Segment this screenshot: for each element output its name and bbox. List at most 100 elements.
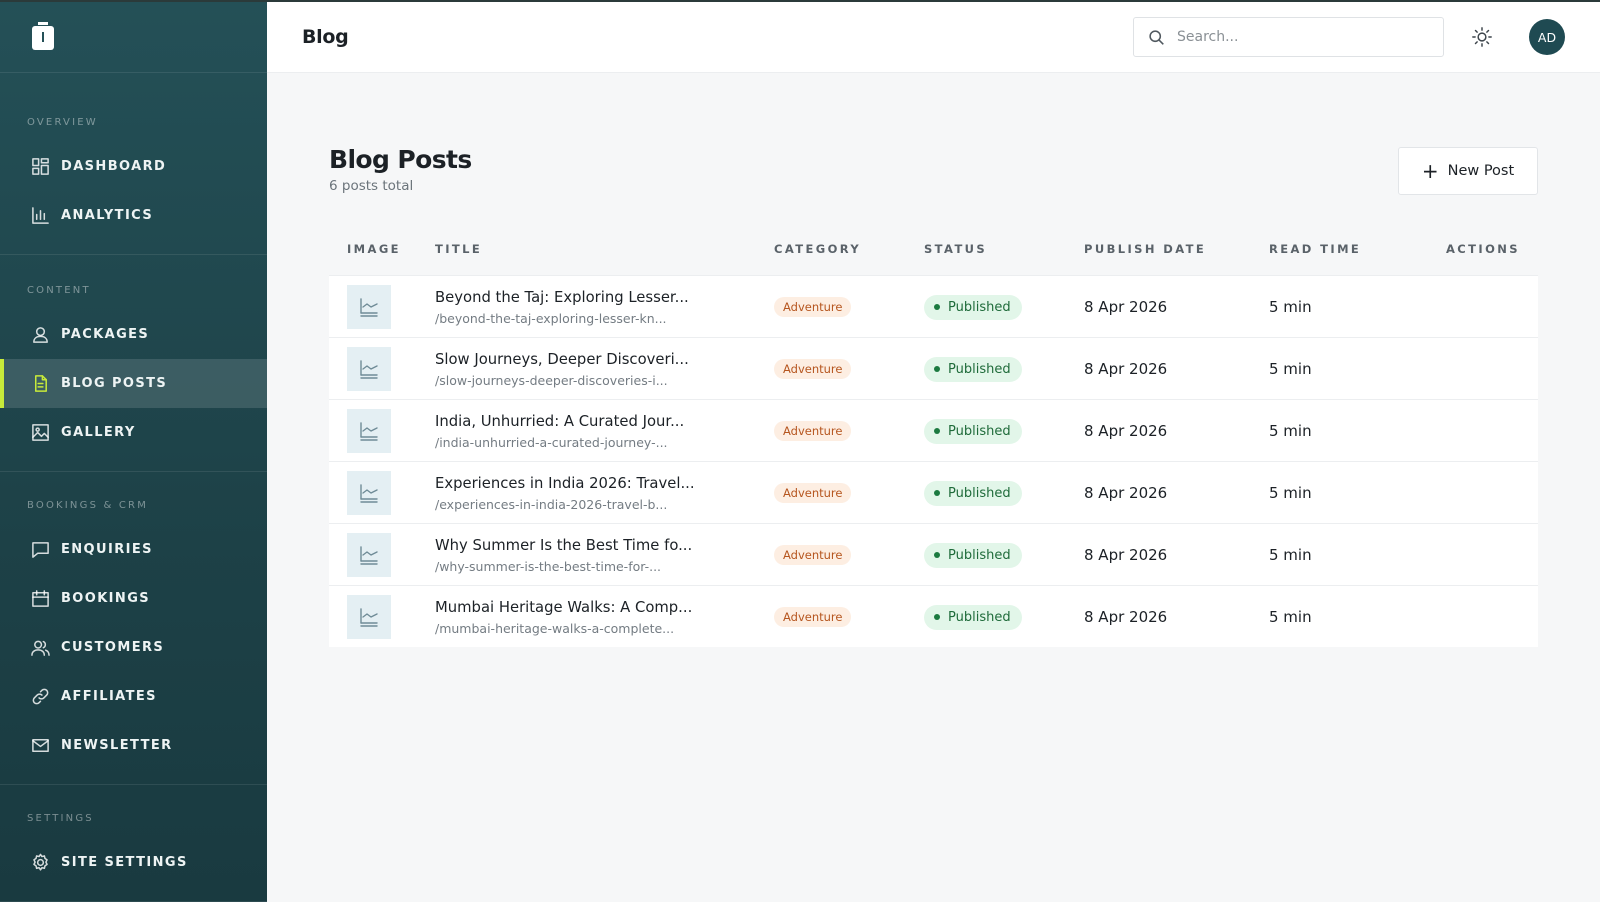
status-dot [934,428,940,434]
image-placeholder-icon [360,360,378,379]
sidebar-item-site-settings[interactable]: SITE SETTINGS [0,838,267,887]
post-thumbnail [347,533,391,577]
sidebar-item-dashboard[interactable]: DASHBOARD [0,142,267,191]
read-time: 5 min [1269,422,1312,440]
post-title[interactable]: Experiences in India 2026: Travel... [435,475,695,492]
sidebar-item-label: ANALYTICS [61,208,154,223]
sidebar-section-content: CONTENT PACKAGES BLOG POSTS GALLERY [0,255,267,472]
publish-date: 8 Apr 2026 [1084,608,1168,626]
section-label: SETTINGS [27,813,94,824]
new-post-label: New Post [1447,163,1515,179]
users-icon [30,638,50,658]
publish-date: 8 Apr 2026 [1084,484,1168,502]
page-title: Blog [302,26,349,48]
sidebar-section-settings: SETTINGS SITE SETTINGS [0,785,267,902]
post-title[interactable]: Mumbai Heritage Walks: A Comp... [435,599,692,616]
sidebar-item-label: BOOKINGS [61,591,151,606]
status-text: Published [948,299,1011,315]
section-heading: Blog Posts [329,145,472,174]
sidebar: OVERVIEW DASHBOARD ANALYTICS CONTENT PAC… [0,0,267,902]
section-label: CONTENT [27,285,91,296]
sidebar-item-customers[interactable]: CUSTOMERS [0,623,267,672]
column-header-publish-date: PUBLISH DATE [1084,242,1207,256]
message-icon [30,540,50,560]
sidebar-item-analytics[interactable]: ANALYTICS [0,191,267,240]
search-box[interactable] [1133,17,1444,57]
publish-date: 8 Apr 2026 [1084,360,1168,378]
status-text: Published [948,609,1011,625]
sidebar-section-bookings-crm: BOOKINGS & CRM ENQUIRIES BOOKINGS CUSTOM… [0,472,267,785]
section-label: BOOKINGS & CRM [27,500,149,511]
sidebar-item-label: CUSTOMERS [61,640,165,655]
user-avatar[interactable]: AD [1529,19,1565,55]
image-placeholder-icon [360,422,378,441]
sidebar-item-packages[interactable]: PACKAGES [0,310,267,359]
column-header-category: CATEGORY [774,242,862,256]
sidebar-item-label: DASHBOARD [61,159,167,174]
category-badge: Adventure [774,359,852,379]
user-package-icon [30,325,50,345]
table-row[interactable]: Mumbai Heritage Walks: A Comp... /mumbai-… [329,585,1538,647]
status-dot [934,552,940,558]
read-time: 5 min [1269,298,1312,316]
table-header: IMAGE TITLE CATEGORY STATUS PUBLISH DATE… [329,223,1538,275]
post-title[interactable]: India, Unhurried: A Curated Jour... [435,413,684,430]
post-thumbnail [347,595,391,639]
status-badge: Published [924,356,1022,382]
status-dot [934,490,940,496]
post-slug: /why-summer-is-the-best-time-for-... [435,558,662,574]
table-row[interactable]: Beyond the Taj: Exploring Lesser... /beyo… [329,275,1538,337]
post-title[interactable]: Slow Journeys, Deeper Discoveri... [435,351,689,368]
sidebar-item-affiliates[interactable]: AFFILIATES [0,672,267,721]
status-badge: Published [924,604,1022,630]
category-badge: Adventure [774,421,852,441]
sidebar-item-blog-posts[interactable]: BLOG POSTS [0,359,267,408]
read-time: 5 min [1269,546,1312,564]
category-badge: Adventure [774,297,852,317]
search-input[interactable] [1177,29,1427,45]
new-post-button[interactable]: + New Post [1398,147,1538,195]
post-title[interactable]: Why Summer Is the Best Time fo... [435,537,692,554]
sidebar-item-label: PACKAGES [61,327,150,342]
category-badge: Adventure [774,483,852,503]
image-placeholder-icon [360,484,378,503]
post-slug: /experiences-in-india-2026-travel-b... [435,496,668,512]
sidebar-item-label: ENQUIRIES [61,542,153,557]
status-badge: Published [924,294,1022,320]
posts-count: 6 posts total [329,178,414,194]
sidebar-item-label: NEWSLETTER [61,738,173,753]
table-row[interactable]: Experiences in India 2026: Travel... /exp… [329,461,1538,523]
link-icon [30,687,50,707]
sidebar-item-enquiries[interactable]: ENQUIRIES [0,525,267,574]
sidebar-item-label: SITE SETTINGS [61,855,188,870]
post-slug: /mumbai-heritage-walks-a-complete... [435,620,675,636]
sidebar-item-bookings[interactable]: BOOKINGS [0,574,267,623]
mail-icon [30,736,50,756]
sidebar-item-gallery[interactable]: GALLERY [0,408,267,457]
sidebar-item-newsletter[interactable]: NEWSLETTER [0,721,267,770]
dashboard-icon [30,157,50,177]
section-label: OVERVIEW [27,117,98,128]
blog-posts-table: IMAGE TITLE CATEGORY STATUS PUBLISH DATE… [329,223,1538,647]
status-dot [934,366,940,372]
logo-icon[interactable] [32,22,54,50]
read-time: 5 min [1269,360,1312,378]
table-row[interactable]: Why Summer Is the Best Time fo... /why-su… [329,523,1538,585]
column-header-read-time: READ TIME [1269,242,1362,256]
calendar-icon [30,589,50,609]
column-header-status: STATUS [924,242,988,256]
column-header-actions: ACTIONS [1446,242,1520,256]
read-time: 5 min [1269,608,1312,626]
read-time: 5 min [1269,484,1312,502]
theme-toggle-button[interactable] [1470,25,1494,49]
status-badge: Published [924,542,1022,568]
status-dot [934,304,940,310]
post-thumbnail [347,347,391,391]
top-accent-line [0,0,1600,2]
sidebar-section-overview: OVERVIEW DASHBOARD ANALYTICS [0,73,267,255]
table-row[interactable]: India, Unhurried: A Curated Jour... /indi… [329,399,1538,461]
status-badge: Published [924,418,1022,444]
post-title[interactable]: Beyond the Taj: Exploring Lesser... [435,289,689,306]
sidebar-item-label: AFFILIATES [61,689,157,704]
table-row[interactable]: Slow Journeys, Deeper Discoveri... /slow-… [329,337,1538,399]
